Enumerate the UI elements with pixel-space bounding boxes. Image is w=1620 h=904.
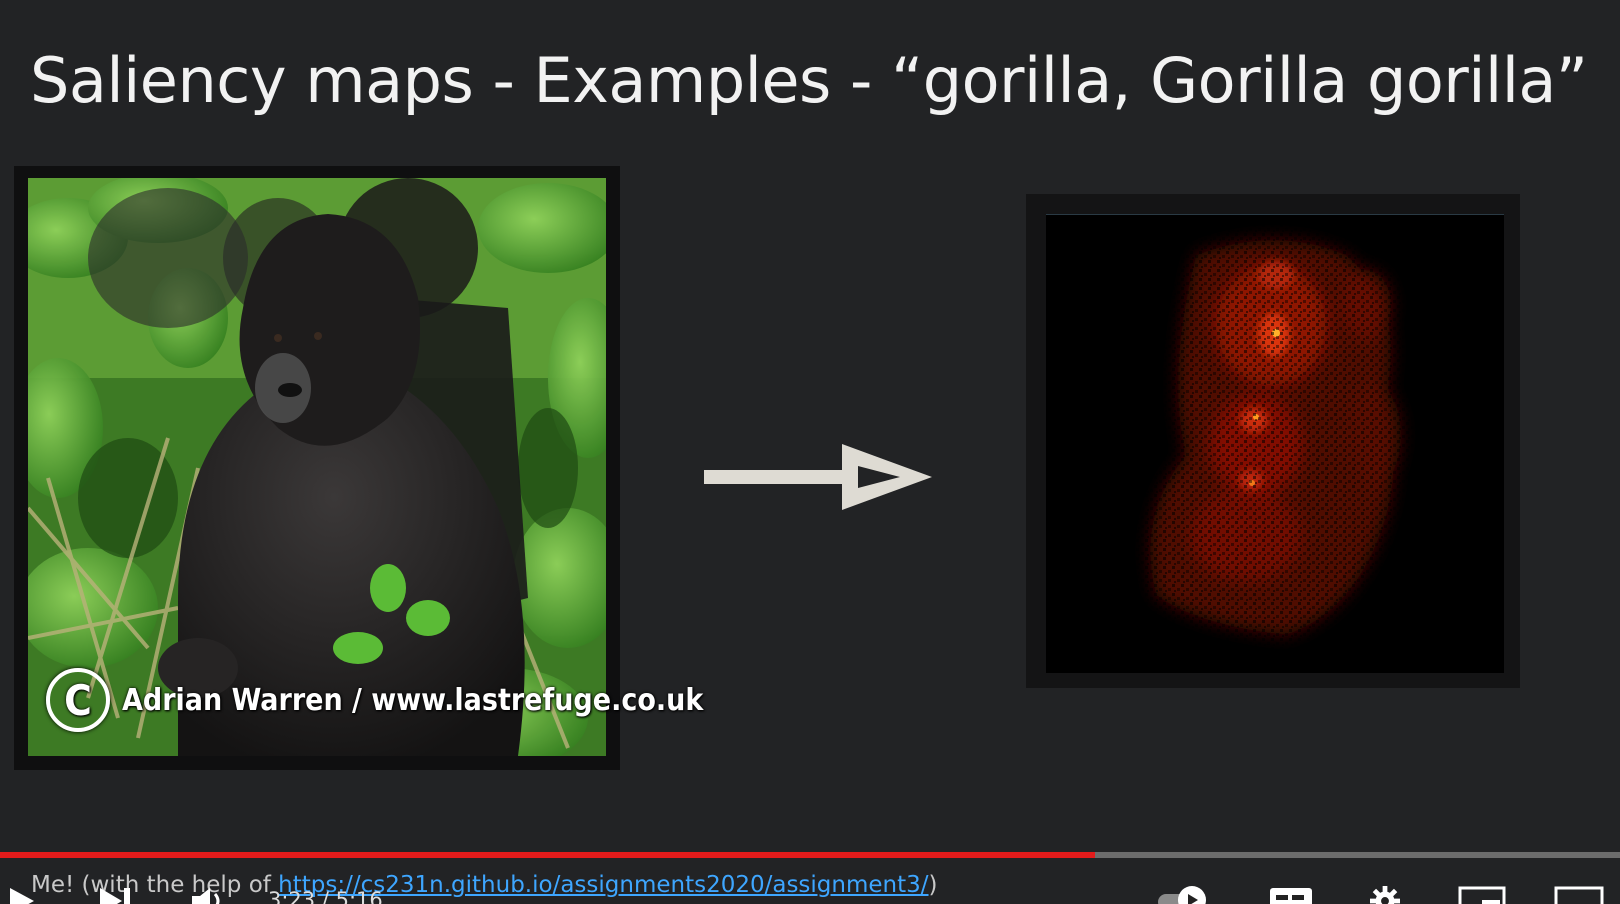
time-display: 3:23 / 5:16 <box>268 888 383 904</box>
right-arrow-icon <box>704 444 932 510</box>
saliency-map <box>1046 214 1504 673</box>
volume-icon[interactable] <box>190 886 230 904</box>
next-icon[interactable] <box>98 886 134 904</box>
miniplayer-icon[interactable] <box>1458 886 1506 904</box>
watermark-text: Adrian Warren / www.lastrefuge.co.uk <box>122 682 704 718</box>
play-icon[interactable] <box>6 886 36 904</box>
photo-watermark: C Adrian Warren / www.lastrefuge.co.uk <box>46 668 703 732</box>
player-controls: 3:23 / 5:16 <box>0 882 1620 904</box>
copyright-icon: C <box>46 668 110 732</box>
autoplay-toggle-icon[interactable] <box>1156 886 1224 904</box>
progress-played <box>0 852 1096 858</box>
subtitles-icon[interactable] <box>1268 886 1314 904</box>
gorilla-photo-frame: C Adrian Warren / www.lastrefuge.co.uk <box>14 166 703 770</box>
video-progress-bar[interactable] <box>0 852 1620 858</box>
time-current: 3:23 <box>268 888 316 904</box>
theater-icon[interactable] <box>1554 886 1604 904</box>
time-total: 5:16 <box>335 888 383 904</box>
time-separator: / <box>315 888 336 904</box>
gorilla-photo: C Adrian Warren / www.lastrefuge.co.uk <box>28 178 703 756</box>
saliency-map-frame <box>1026 194 1520 688</box>
gear-icon[interactable] <box>1366 886 1404 904</box>
slide-title: Saliency maps - Examples - “gorilla, Gor… <box>30 44 1588 117</box>
